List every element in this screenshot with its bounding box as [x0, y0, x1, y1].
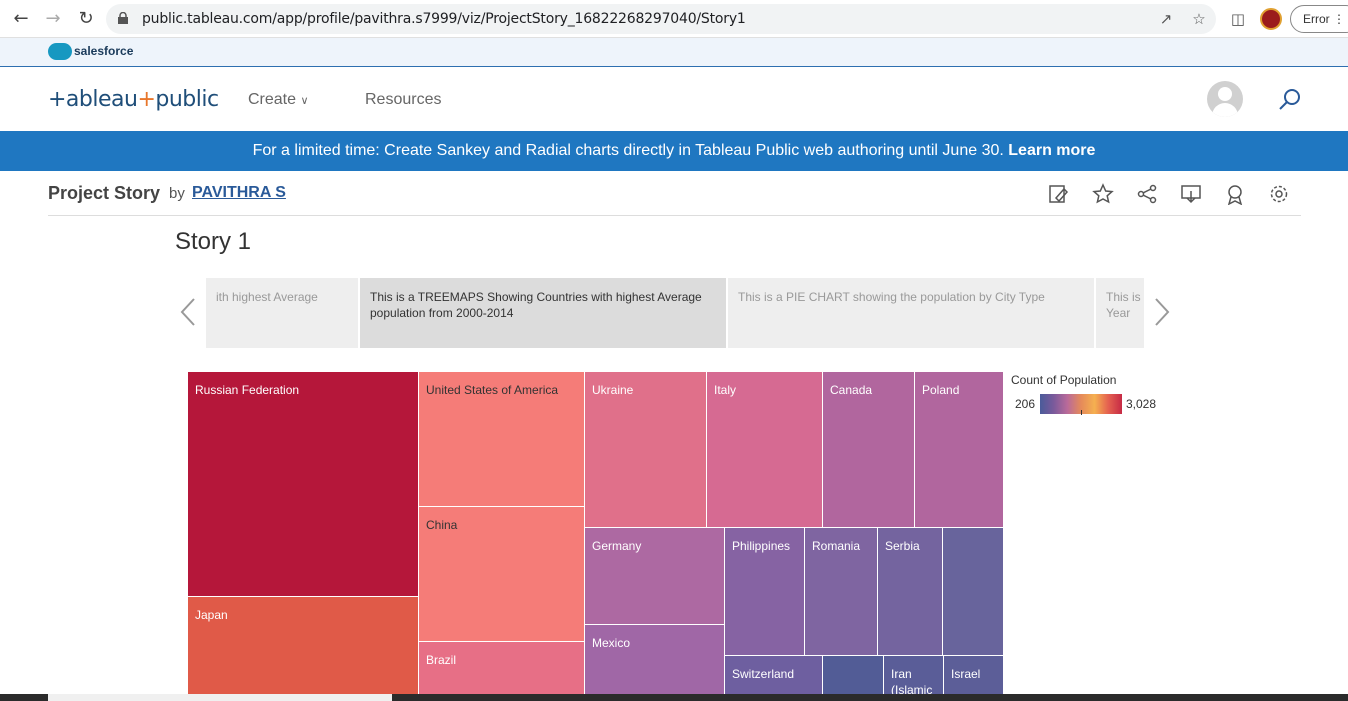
story-point[interactable]: This is Year: [1096, 278, 1144, 348]
site-header: +ableau+public Create ∨ Resources: [0, 67, 1348, 131]
error-label: Error: [1303, 12, 1330, 26]
treemap-cell[interactable]: Russian Federation: [188, 372, 419, 597]
nav-resources[interactable]: Resources: [365, 91, 441, 109]
salesforce-cloud-icon: [48, 43, 72, 60]
treemap-cell[interactable]: Poland: [915, 372, 1004, 528]
bottom-scrollbar[interactable]: [0, 694, 1348, 701]
treemap-cell[interactable]: Ukraine: [585, 372, 707, 528]
back-icon[interactable]: ←: [10, 8, 32, 30]
story-point-active[interactable]: This is a TREEMAPS Showing Countries wit…: [360, 278, 726, 348]
legend-title: Count of Population: [1011, 373, 1117, 387]
treemap-cell[interactable]: Mexico: [585, 625, 725, 696]
url-text: public.tableau.com/app/profile/pavithra.…: [142, 11, 746, 27]
legend-tick: [1081, 410, 1082, 415]
treemap-cell[interactable]: [823, 656, 884, 696]
browser-toolbar: ← → ↻ public.tableau.com/app/profile/pav…: [0, 0, 1348, 38]
download-icon[interactable]: [1180, 183, 1202, 205]
story-title: Story 1: [175, 228, 252, 255]
salesforce-bar: salesforce: [0, 38, 1348, 67]
treemap-chart: Russian Federation Japan United States o…: [188, 372, 1004, 696]
lock-icon: [118, 12, 128, 24]
promo-banner: For a limited time: Create Sankey and Ra…: [0, 131, 1348, 171]
settings-gear-icon[interactable]: [1268, 183, 1290, 205]
nav-create[interactable]: Create ∨: [248, 91, 309, 109]
share-icon[interactable]: ↗: [1156, 9, 1176, 29]
viz-title: Project Story: [48, 183, 161, 203]
treemap-cell[interactable]: [943, 528, 1004, 656]
viz-header: Project Story by PAVITHRA S: [48, 171, 1301, 216]
story-point[interactable]: ith highest Average: [206, 278, 358, 348]
treemap-cell[interactable]: Canada: [823, 372, 915, 528]
treemap-cell[interactable]: Italy: [707, 372, 823, 528]
share-network-icon[interactable]: [1136, 183, 1158, 205]
address-bar[interactable]: public.tableau.com/app/profile/pavithra.…: [106, 4, 1216, 34]
story-point[interactable]: This is a PIE CHART showing the populati…: [728, 278, 1094, 348]
learn-more-link[interactable]: Learn more: [1008, 142, 1095, 159]
user-avatar[interactable]: [1207, 81, 1243, 117]
favorite-star-icon[interactable]: [1092, 183, 1114, 205]
treemap-cell[interactable]: Brazil: [419, 642, 585, 696]
profile-avatar[interactable]: [1260, 8, 1282, 30]
chevron-left-icon[interactable]: [180, 297, 196, 327]
reload-icon[interactable]: ↻: [75, 8, 97, 30]
legend-max-label: 3,028: [1126, 397, 1157, 411]
legend-min-label: 206: [1015, 397, 1036, 411]
viz-by: by: [169, 185, 185, 202]
treemap-cell[interactable]: Switzerland: [725, 656, 823, 696]
treemap-cell[interactable]: Serbia: [878, 528, 943, 656]
author-link[interactable]: PAVITHRA S: [192, 184, 286, 202]
treemap-cell[interactable]: Romania: [805, 528, 878, 656]
treemap-cell[interactable]: Iran (Islamic: [884, 656, 944, 696]
edit-viz-icon[interactable]: [1048, 183, 1070, 205]
treemap-cell[interactable]: Germany: [585, 528, 725, 625]
forward-icon[interactable]: →: [42, 8, 64, 30]
treemap-cell[interactable]: China: [419, 507, 585, 642]
bookmark-star-icon[interactable]: ☆: [1189, 9, 1209, 29]
error-button[interactable]: Error ⋮: [1290, 5, 1348, 33]
salesforce-brand[interactable]: salesforce: [74, 44, 133, 58]
story-points-navigator: ith highest Average This is a TREEMAPS S…: [206, 278, 1144, 348]
search-icon[interactable]: [1278, 87, 1302, 111]
chevron-right-icon[interactable]: [1154, 297, 1170, 327]
sidepanel-icon[interactable]: ◫: [1228, 9, 1248, 29]
chevron-down-icon: ∨: [300, 95, 309, 107]
banner-text: For a limited time: Create Sankey and Ra…: [252, 142, 1004, 159]
treemap-cell[interactable]: Israel: [944, 656, 1004, 696]
treemap-cell[interactable]: Japan: [188, 597, 419, 696]
treemap-cell[interactable]: United States of America: [419, 372, 585, 507]
tableau-public-logo[interactable]: +ableau+public: [48, 87, 219, 112]
treemap-cell[interactable]: Philippines: [725, 528, 805, 656]
badge-ribbon-icon[interactable]: [1224, 183, 1246, 205]
